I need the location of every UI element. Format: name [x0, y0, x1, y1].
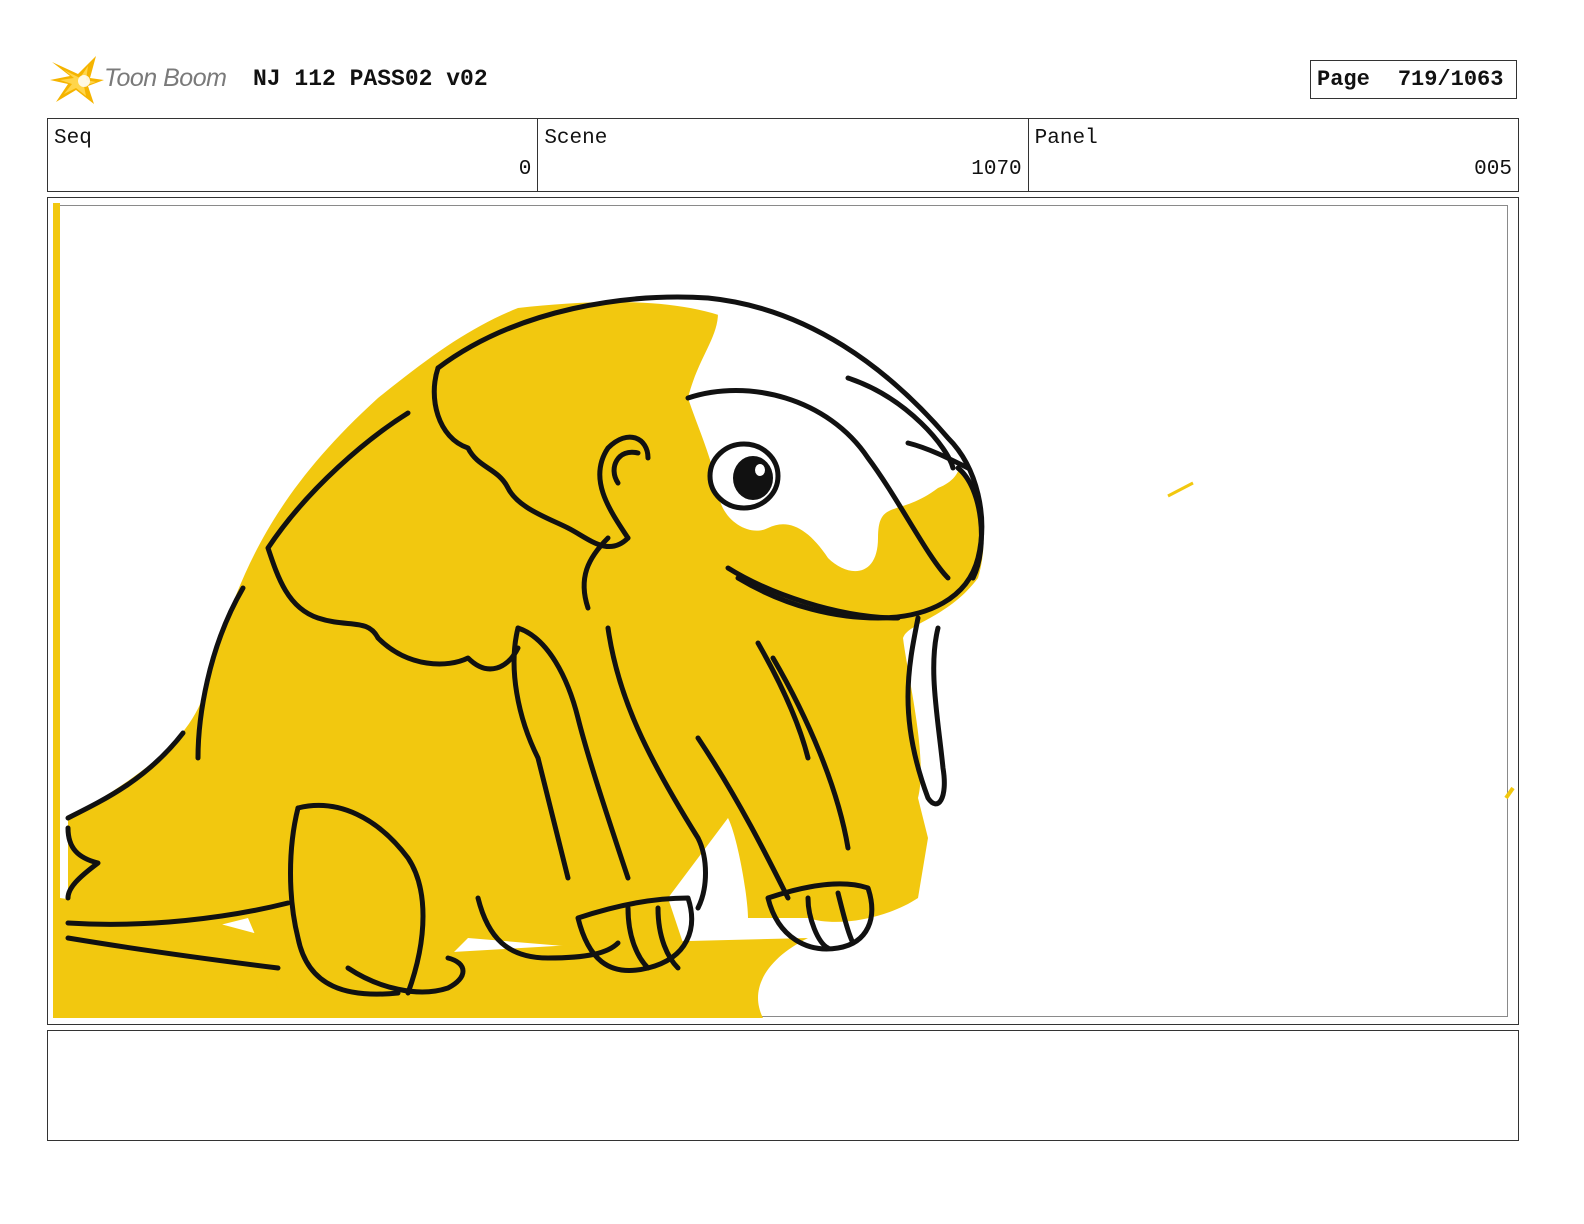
eye-pupil: [733, 456, 773, 500]
notes-box: [47, 1030, 1519, 1141]
yellow-mark-1: [1167, 481, 1194, 498]
page-label: Page: [1317, 67, 1370, 92]
scene-value: 1070: [971, 158, 1022, 181]
scene-label: Scene: [544, 127, 608, 150]
seq-value: 0: [518, 158, 532, 181]
yellow-mark-2: [1504, 786, 1515, 800]
panel-cell: Panel 005: [1029, 119, 1518, 191]
logo-text: Toon Boom: [104, 64, 227, 92]
eye-highlight: [755, 464, 765, 476]
page-number: 719/1063: [1397, 67, 1504, 92]
panel-value: 005: [1474, 158, 1512, 181]
creature-drawing: [53, 203, 1515, 1018]
yellow-edge-stroke: [53, 203, 60, 1018]
document-title: NJ 112 PASS02 v02: [253, 66, 488, 92]
storyboard-panel: [47, 197, 1519, 1025]
seq-cell: Seq 0: [48, 119, 539, 191]
seq-label: Seq: [54, 127, 92, 150]
scene-cell: Scene 1070: [538, 119, 1029, 191]
page-indicator: Page 719/1063: [1310, 60, 1517, 99]
info-row: Seq 0 Scene 1070 Panel 005: [47, 118, 1519, 192]
panel-label: Panel: [1034, 127, 1098, 150]
